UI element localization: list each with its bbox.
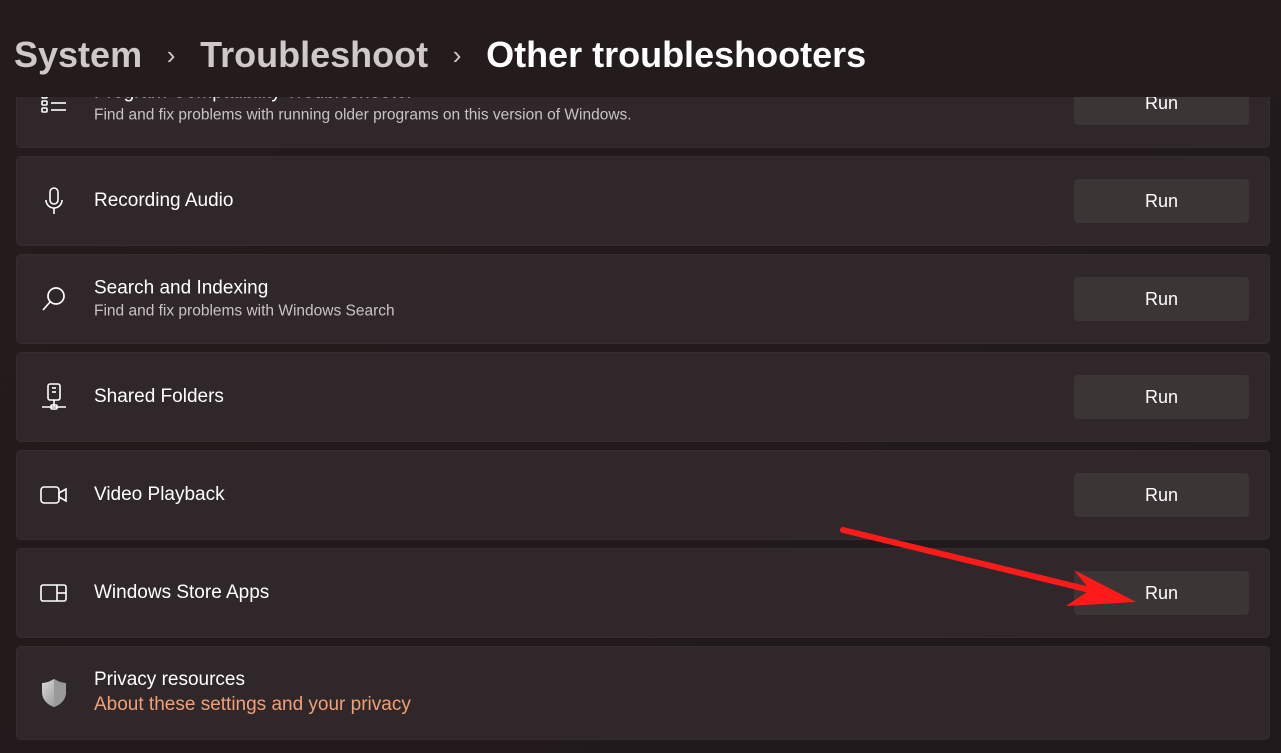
troubleshooter-description: Find and fix problems with Windows Searc… (94, 302, 395, 320)
breadcrumb: System › Troubleshoot › Other troublesho… (14, 30, 866, 80)
run-button-windows-store-apps[interactable]: Run (1074, 571, 1249, 615)
breadcrumb-separator-icon: › (166, 39, 176, 70)
troubleshooter-title: Recording Audio (94, 190, 234, 211)
run-button-shared-folders[interactable]: Run (1074, 375, 1249, 419)
troubleshooter-title: Shared Folders (94, 386, 224, 407)
shield-icon (38, 677, 70, 709)
troubleshooter-title: Video Playback (94, 484, 225, 505)
troubleshooter-item-shared-folders: Shared Folders Run (16, 352, 1270, 442)
run-button-recording-audio[interactable]: Run (1074, 179, 1249, 223)
troubleshooter-title: Windows Store Apps (94, 582, 270, 603)
troubleshooter-description: Find and fix problems with running older… (94, 106, 632, 124)
troubleshooter-text: Video Playback (94, 483, 225, 507)
breadcrumb-troubleshoot[interactable]: Troubleshoot (200, 34, 428, 76)
search-icon (38, 283, 70, 315)
troubleshooter-item-windows-store-apps: Windows Store Apps Run (16, 548, 1270, 638)
page-title: Other troubleshooters (486, 34, 867, 75)
troubleshooter-item-recording-audio: Recording Audio Run (16, 156, 1270, 246)
video-camera-icon (38, 479, 70, 511)
troubleshooter-text: Shared Folders (94, 385, 224, 409)
breadcrumb-separator-icon: › (452, 39, 462, 70)
run-button-search-indexing[interactable]: Run (1074, 277, 1249, 321)
troubleshooter-title: Search and Indexing (94, 277, 269, 299)
breadcrumb-system[interactable]: System (14, 34, 142, 76)
troubleshooter-text: Recording Audio (94, 189, 233, 213)
network-drive-icon (38, 381, 70, 413)
privacy-text: Privacy resources About these settings a… (94, 668, 411, 718)
privacy-link[interactable]: About these settings and your privacy (94, 692, 411, 718)
troubleshooter-text: Search and Indexing Find and fix problem… (94, 277, 395, 322)
settings-page: System › Troubleshoot › Other troublesho… (0, 0, 1281, 753)
troubleshooter-text: Windows Store Apps (94, 581, 269, 605)
troubleshooter-item-search-indexing: Search and Indexing Find and fix problem… (16, 254, 1270, 344)
privacy-title: Privacy resources (94, 669, 245, 690)
store-apps-icon (38, 577, 70, 609)
troubleshooter-list: Program Compatibility Troubleshooter Fin… (16, 0, 1270, 753)
run-button-video-playback[interactable]: Run (1074, 473, 1249, 517)
troubleshooter-item-video-playback: Video Playback Run (16, 450, 1270, 540)
privacy-resources-card: Privacy resources About these settings a… (16, 646, 1270, 740)
microphone-icon (38, 185, 70, 217)
